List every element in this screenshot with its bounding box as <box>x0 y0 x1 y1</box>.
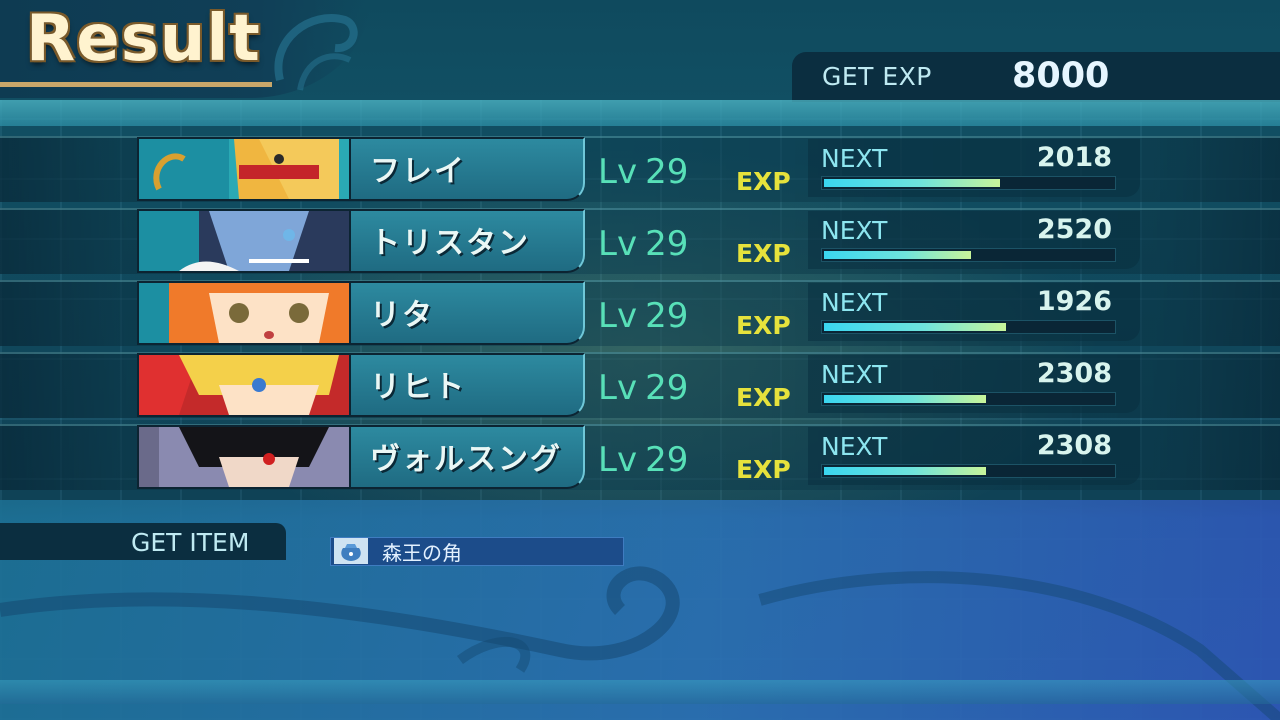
next-value: 2308 <box>1036 430 1112 461</box>
exp-progress-bar <box>821 464 1116 478</box>
portrait-tristan <box>137 209 351 273</box>
item-entry <box>330 537 624 566</box>
portrait-rita <box>137 281 351 345</box>
next-label: NEXT <box>821 288 888 317</box>
level-display: Lv 29 <box>598 440 688 480</box>
character-name: ヴォルスング <box>370 442 562 477</box>
exp-progress-bar <box>821 320 1116 334</box>
level-label: Lv <box>598 152 638 192</box>
item-bag-icon <box>334 538 368 564</box>
next-label: NEXT <box>821 360 888 389</box>
level-value: 29 <box>645 296 689 336</box>
next-value: 2018 <box>1036 142 1112 173</box>
character-name: フレイ <box>370 154 466 189</box>
next-label: NEXT <box>821 432 888 461</box>
next-value: 1926 <box>1036 286 1112 317</box>
portrait-licht <box>137 353 351 417</box>
level-value: 29 <box>645 368 689 408</box>
next-label: NEXT <box>821 216 888 245</box>
exp-progress-fill <box>824 467 986 475</box>
character-name: リヒト <box>370 370 466 405</box>
title-underline <box>0 82 272 87</box>
exp-tag: EXP <box>736 383 791 412</box>
party-row: フレイ Lv 29 EXP NEXT 2018 <box>0 136 1280 202</box>
level-value: 29 <box>645 224 689 264</box>
level-value: 29 <box>645 440 689 480</box>
level-label: Lv <box>598 224 638 264</box>
exp-progress-bar <box>821 176 1116 190</box>
top-strip <box>0 100 1280 126</box>
exp-tag: EXP <box>736 455 791 484</box>
level-label: Lv <box>598 296 638 336</box>
portrait-frey <box>137 137 351 201</box>
portrait-volsung <box>137 425 351 489</box>
level-display: Lv 29 <box>598 224 688 264</box>
item-name: 森王の角 <box>382 541 462 565</box>
exp-tag: EXP <box>736 167 791 196</box>
party-row: トリスタン Lv 29 EXP NEXT 2520 <box>0 208 1280 274</box>
level-label: Lv <box>598 368 638 408</box>
exp-progress-bar <box>821 248 1116 262</box>
level-display: Lv 29 <box>598 152 688 192</box>
level-display: Lv 29 <box>598 368 688 408</box>
exp-progress-fill <box>824 323 1006 331</box>
title-swirl-ornament <box>274 14 358 91</box>
page-title: Result <box>26 2 261 76</box>
level-value: 29 <box>645 152 689 192</box>
party-row: ヴォルスング Lv 29 EXP NEXT 2308 <box>0 424 1280 490</box>
exp-progress-bar <box>821 392 1116 406</box>
exp-tag: EXP <box>736 311 791 340</box>
next-label: NEXT <box>821 144 888 173</box>
character-name: リタ <box>370 298 434 333</box>
next-value: 2308 <box>1036 358 1112 389</box>
exp-progress-fill <box>824 251 971 259</box>
next-value: 2520 <box>1036 214 1112 245</box>
get-item-label: GET ITEM <box>131 528 250 557</box>
party-row: リヒト Lv 29 EXP NEXT 2308 <box>0 352 1280 418</box>
result-screen: Result GET EXP 8000 フレイ Lv 29 EXP NEXT 20… <box>0 0 1280 720</box>
exp-tag: EXP <box>736 239 791 268</box>
bottom-strip <box>0 680 1280 704</box>
level-display: Lv 29 <box>598 296 688 336</box>
get-exp-label: GET EXP <box>822 62 932 91</box>
party-row: リタ Lv 29 EXP NEXT 1926 <box>0 280 1280 346</box>
exp-progress-fill <box>824 179 1000 187</box>
get-exp-value: 8000 <box>1012 56 1110 96</box>
level-label: Lv <box>598 440 638 480</box>
character-name: トリスタン <box>370 226 530 261</box>
exp-progress-fill <box>824 395 986 403</box>
